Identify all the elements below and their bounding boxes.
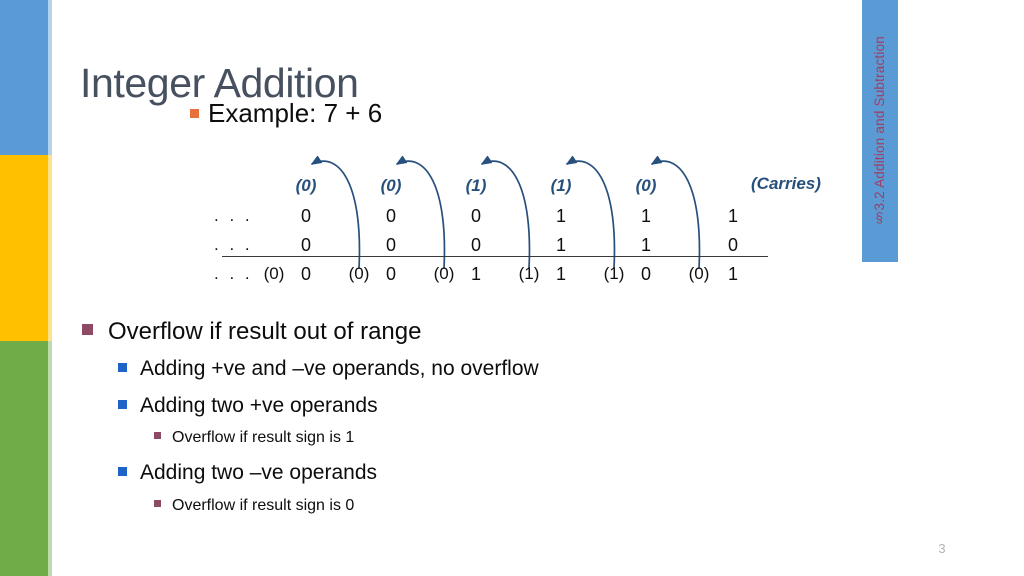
outline-item-label: Overflow if result sign is 0 [172,497,355,514]
carry-value: (1) [465,176,487,195]
operand-b-ellipsis: . . . [214,235,253,254]
carry-value: (0) [635,176,657,195]
carry-value: (0) [380,176,402,195]
sum-horizontal-rule [222,256,768,257]
rail-segment-yellow [0,155,52,341]
operand-b-bit: 0 [385,235,396,255]
rail-edge-blue [48,0,52,155]
operand-a-bit: 1 [555,206,566,226]
rail-segment-blue [0,0,52,155]
outline-item-level-3: Overflow if result sign is 0 [154,497,354,515]
carry-value: (0) [295,176,317,195]
sum-bit: 0 [385,264,396,284]
sum-row: . . . (0) 0 (0) 0 (0) 1 (1) 1 (1) 0 (0) 1 [214,262,814,286]
operand-a-ellipsis: . . . [214,206,253,225]
square-bullet-icon [118,400,127,409]
carry-arrow-head-icon [481,155,493,165]
operand-a-bit: 0 [385,206,396,226]
outline-item-level-2: Adding two –ve operands [118,461,377,485]
carry-value: (1) [550,176,572,195]
outline-item-level-3: Overflow if result sign is 1 [154,429,354,447]
outline-item-label: Adding two –ve operands [140,461,377,484]
rail-edge-yellow [48,155,52,341]
carry-arrow-head-icon [566,155,578,165]
sum-bit: 0 [300,264,311,284]
carry-arrow-head-icon [651,155,663,165]
operand-b-bit: 0 [727,235,738,255]
binary-addition-diagram: (Carries) (0) (0) (1) (1) (0) . . . 0 0 0 1 1 1 .… [214,148,821,288]
page-number: 3 [938,541,946,556]
outline-item-level-2: Adding +ve and –ve operands, no overflow [118,357,539,381]
outline-item-label: Adding two +ve operands [140,394,378,417]
operand-b-bit: 1 [640,235,651,255]
operand-a-bit: 1 [640,206,651,226]
square-bullet-icon [190,109,199,118]
sum-bit: 1 [555,264,566,284]
left-color-rail [0,0,52,576]
operand-a-bit: 1 [727,206,738,226]
carry-arrow-head-icon [311,155,323,165]
square-bullet-icon [154,500,161,507]
square-bullet-icon [118,467,127,476]
operand-b-row: . . . 0 0 0 1 1 0 [214,233,814,257]
carries-row: (Carries) (0) (0) (1) (1) (0) [214,174,821,198]
example-bullet: Example: 7 + 6 [190,98,382,129]
outline-item-label: Overflow if result sign is 1 [172,429,355,446]
operand-b-bit: 1 [555,235,566,255]
chapter-section-tab: §3.2 Addition and Subtraction [862,0,898,262]
rail-segment-green [0,341,52,576]
square-bullet-icon [82,324,93,335]
operand-b-bit: 0 [470,235,481,255]
operand-b-bit: 0 [300,235,311,255]
outline-item-level-1: Overflow if result out of range [82,318,421,346]
square-bullet-icon [118,363,127,372]
outline-item-label: Adding +ve and –ve operands, no overflow [140,357,539,380]
chapter-section-label: §3.2 Addition and Subtraction [872,36,888,226]
operand-a-bit: 0 [470,206,481,226]
example-bullet-label: Example: 7 + 6 [208,98,383,128]
outline-item-label: Overflow if result out of range [108,318,422,345]
sum-bit: 0 [640,264,651,284]
operand-a-row: . . . 0 0 0 1 1 1 [214,204,814,228]
carries-legend-label: (Carries) [751,174,821,193]
square-bullet-icon [154,432,161,439]
outline-item-level-2: Adding two +ve operands [118,394,378,418]
rail-edge-green [48,341,52,576]
operand-a-bit: 0 [300,206,311,226]
carry-arrow-head-icon [396,155,408,165]
sum-bit: 1 [727,264,738,284]
sum-bit: 1 [470,264,481,284]
